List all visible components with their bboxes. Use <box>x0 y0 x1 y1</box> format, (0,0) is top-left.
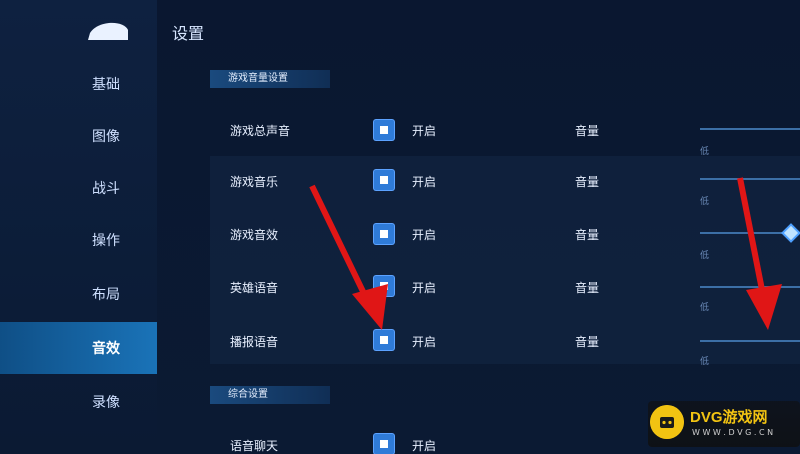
section-header-volume: 游戏音量设置 <box>210 70 330 88</box>
watermark-title: DVG游戏网 <box>690 409 768 426</box>
row-band <box>210 156 800 208</box>
volume-label: 音量 <box>575 175 600 189</box>
back-arrow-icon[interactable] <box>84 22 132 44</box>
sidebar-item-graphics[interactable]: 图像 <box>0 112 157 160</box>
sidebar: 基础 图像 战斗 操作 布局 音效 录像 <box>0 0 158 447</box>
toggle-text: 开启 <box>412 439 437 453</box>
slider-min-label: 低 <box>700 147 710 157</box>
page-title: 设置 <box>172 24 205 43</box>
slider-min-label: 低 <box>700 197 710 207</box>
volume-label: 音量 <box>575 335 600 349</box>
row-label-music: 游戏音乐 <box>230 175 279 189</box>
volume-label: 音量 <box>575 281 600 295</box>
slider-min-label: 低 <box>700 303 710 313</box>
toggle-text: 开启 <box>412 228 437 242</box>
master-volume-slider[interactable] <box>700 128 800 130</box>
sidebar-item-label: 图像 <box>92 129 120 145</box>
row-label-hero-voice: 英雄语音 <box>230 281 279 295</box>
sidebar-item-label: 战斗 <box>92 181 120 197</box>
row-label-master-volume: 游戏总声音 <box>230 124 291 138</box>
red-arrow-annotation <box>737 177 782 330</box>
watermark-subtitle: W W W . D V G . C N <box>692 428 774 437</box>
voice-chat-checkbox[interactable] <box>374 434 394 454</box>
red-arrow-annotation <box>309 184 388 330</box>
sidebar-item-controls[interactable]: 操作 <box>0 216 157 264</box>
sidebar-item-label: 基础 <box>92 77 120 93</box>
toggle-text: 开启 <box>412 124 437 138</box>
sidebar-item-label: 操作 <box>92 233 120 249</box>
sidebar-item-battle[interactable]: 战斗 <box>0 164 157 212</box>
slider-min-label: 低 <box>700 357 710 367</box>
volume-label: 音量 <box>575 124 600 138</box>
dvg-logo-icon <box>650 405 684 439</box>
sidebar-item-label: 录像 <box>92 395 120 411</box>
master-sound-checkbox[interactable] <box>374 120 394 140</box>
row-band <box>210 208 800 260</box>
slider-min-label: 低 <box>700 251 710 261</box>
sidebar-item-basic[interactable]: 基础 <box>0 60 157 108</box>
sidebar-item-label: 布局 <box>92 287 120 303</box>
sidebar-item-replay[interactable]: 录像 <box>0 378 157 426</box>
row-label-sfx: 游戏音效 <box>230 228 279 242</box>
sidebar-item-sound[interactable]: 音效 <box>0 322 157 374</box>
volume-label: 音量 <box>575 228 600 242</box>
row-band <box>210 312 800 364</box>
row-label-announcer-voice: 播报语音 <box>230 335 279 349</box>
toggle-text: 开启 <box>412 281 437 295</box>
sidebar-item-layout[interactable]: 布局 <box>0 270 157 318</box>
sidebar-item-label: 音效 <box>92 341 120 357</box>
toggle-text: 开启 <box>412 335 437 349</box>
section-header-general: 综合设置 <box>210 386 330 404</box>
toggle-text: 开启 <box>412 175 437 189</box>
announcer-voice-volume-slider[interactable] <box>700 340 800 342</box>
row-band <box>210 104 800 156</box>
row-label-voice-chat: 语音聊天 <box>230 439 279 453</box>
